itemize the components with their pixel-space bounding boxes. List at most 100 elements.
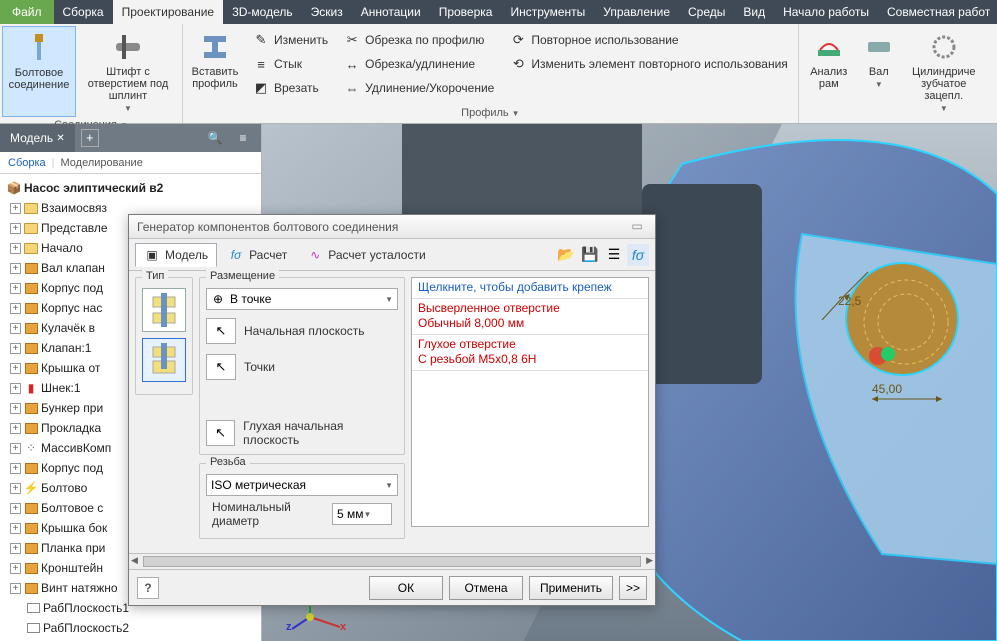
expand-icon[interactable]: + <box>10 223 21 234</box>
pick-blind-plane-button[interactable]: ↖ <box>206 420 235 446</box>
more-button[interactable]: >> <box>619 576 647 600</box>
tab-model[interactable]: ▣Модель <box>135 243 217 267</box>
cancel-button[interactable]: Отмена <box>449 576 523 600</box>
expand-icon[interactable]: + <box>10 563 21 574</box>
expand-icon[interactable]: + <box>10 543 21 554</box>
frame-icon <box>812 30 846 64</box>
menu-item[interactable]: Аннотации <box>352 0 430 24</box>
expand-icon[interactable]: + <box>10 483 21 494</box>
menu-item[interactable]: Совместная работ <box>878 0 997 24</box>
save-icon[interactable]: 💾 <box>579 244 601 266</box>
menu-item[interactable]: Сборка <box>54 0 113 24</box>
menu-item[interactable]: Проверка <box>430 0 502 24</box>
dialog-titlebar[interactable]: Генератор компонентов болтового соединен… <box>129 215 655 239</box>
node-icon <box>23 401 39 415</box>
pin-button[interactable]: Штифт с отверстием под шплинт ▼ <box>76 26 180 117</box>
tree-root[interactable]: 📦 Насос элиптический в2 <box>0 178 261 198</box>
panel-tab-model[interactable]: Модель ✕ <box>0 124 75 152</box>
open-icon[interactable]: 📂 <box>555 244 577 266</box>
type-group: Тип <box>135 277 193 395</box>
dialog-title-text: Генератор компонентов болтового соединен… <box>137 220 398 234</box>
list-item[interactable]: Высверленное отверстиеОбычный 8,000 мм <box>412 299 648 335</box>
expand-icon[interactable]: + <box>10 443 21 454</box>
expand-icon[interactable]: + <box>10 283 21 294</box>
modify-reuse-button[interactable]: ⟲Изменить элемент повторного использован… <box>504 52 793 76</box>
add-tab-button[interactable]: + <box>81 129 99 147</box>
nominal-diameter-select[interactable]: 5 мм▼ <box>332 503 392 525</box>
bolt-connection-button[interactable]: Болтовое соединение <box>2 26 76 117</box>
ribbon-group-connections: Болтовое соединение Штифт с отверстием п… <box>0 24 183 123</box>
thread-standard-select[interactable]: ISO метрическая▼ <box>206 474 398 496</box>
expand-icon[interactable]: + <box>10 383 21 394</box>
reuse-icon: ⟳ <box>510 32 526 48</box>
menu-item[interactable]: 3D-модель <box>223 0 302 24</box>
expand-icon[interactable]: + <box>10 363 21 374</box>
expand-icon[interactable]: + <box>10 203 21 214</box>
panel-menu-icon[interactable]: ≡ <box>233 131 253 145</box>
tab-calc[interactable]: fσРасчет <box>219 243 296 267</box>
help-button[interactable]: ? <box>137 577 159 599</box>
expand-icon[interactable]: + <box>10 523 21 534</box>
tab-fatigue[interactable]: ∿Расчет усталости <box>298 243 434 267</box>
menu-item[interactable]: Вид <box>734 0 774 24</box>
add-fastener-row[interactable]: Щелкните, чтобы добавить крепеж <box>412 278 648 299</box>
extend-shorten-button[interactable]: ⇔Удлинение/Укорочение <box>338 76 500 100</box>
modify-button[interactable]: ✎Изменить <box>247 28 334 52</box>
fx-options-icon[interactable]: fσ <box>627 244 649 266</box>
label: Болтовое соединение <box>5 67 73 91</box>
menu-item[interactable]: Среды <box>679 0 734 24</box>
legend: Резьба <box>206 456 250 468</box>
insert-profile-button[interactable]: Вставить профиль <box>185 26 245 103</box>
butt-button[interactable]: ≡Стык <box>247 52 334 76</box>
node-icon <box>23 281 39 295</box>
options-icon[interactable]: ☰ <box>603 244 625 266</box>
node-icon <box>23 261 39 275</box>
expand-icon[interactable]: + <box>10 343 21 354</box>
label: Цилиндриче зубчатое зацепл. <box>903 66 985 102</box>
toggle-assembly[interactable]: Сборка <box>8 157 46 169</box>
type-through-button[interactable] <box>142 288 186 332</box>
trim-extend-button[interactable]: ↔Обрезка/удлинение <box>338 52 500 76</box>
fastener-list[interactable]: Щелкните, чтобы добавить крепеж Высверле… <box>411 277 649 527</box>
expand-icon[interactable]: + <box>10 503 21 514</box>
reuse-button[interactable]: ⟳Повторное использование <box>504 28 793 52</box>
shaft-icon <box>862 30 896 64</box>
menu-item[interactable]: Управление <box>594 0 679 24</box>
list-item[interactable]: Глухое отверстиеС резьбой M5x0,8 6H <box>412 335 648 371</box>
close-icon[interactable]: ▭ <box>627 219 647 235</box>
pick-points-button[interactable]: ↖ <box>206 354 236 380</box>
assembly-icon: 📦 <box>6 181 22 195</box>
node-icon <box>23 221 39 235</box>
expand-icon[interactable]: + <box>10 583 21 594</box>
expand-icon[interactable]: + <box>10 423 21 434</box>
cut-button[interactable]: ◩Врезать <box>247 76 334 100</box>
expand-icon[interactable]: + <box>10 463 21 474</box>
expand-icon[interactable]: + <box>10 303 21 314</box>
expand-icon[interactable]: + <box>10 263 21 274</box>
trim-profile-button[interactable]: ✂Обрезка по профилю <box>338 28 500 52</box>
ok-button[interactable]: ОК <box>369 576 443 600</box>
menu-item[interactable]: Эскиз <box>302 0 352 24</box>
menu-item-active[interactable]: Проектирование <box>113 0 224 24</box>
expand-icon[interactable]: + <box>10 403 21 414</box>
shaft-button[interactable]: Вал ▼ <box>857 26 901 117</box>
type-blind-button[interactable] <box>142 338 186 382</box>
frame-analysis-button[interactable]: Анализ рам <box>801 26 857 117</box>
toggle-modeling[interactable]: Моделирование <box>61 157 143 169</box>
legend: Тип <box>142 270 168 282</box>
pick-start-plane-button[interactable]: ↖ <box>206 318 236 344</box>
group-label: Профиль▼ <box>183 105 798 123</box>
node-icon <box>23 241 39 255</box>
expand-icon[interactable]: + <box>10 243 21 254</box>
apply-button[interactable]: Применить <box>529 576 613 600</box>
dialog-scrollbar[interactable]: ◀▶ <box>129 553 655 569</box>
search-icon[interactable]: 🔍 <box>205 131 225 145</box>
menu-item[interactable]: Начало работы <box>774 0 878 24</box>
menu-file[interactable]: Файл <box>0 0 54 24</box>
expand-icon[interactable]: + <box>10 323 21 334</box>
gear-button[interactable]: Цилиндриче зубчатое зацепл. ▼ <box>901 26 987 117</box>
tree-node[interactable]: РабПлоскость2 <box>0 618 261 638</box>
menu-item[interactable]: Инструменты <box>501 0 594 24</box>
mod-reuse-icon: ⟲ <box>510 56 526 72</box>
placement-mode-select[interactable]: ⊕ В точке▼ <box>206 288 398 310</box>
